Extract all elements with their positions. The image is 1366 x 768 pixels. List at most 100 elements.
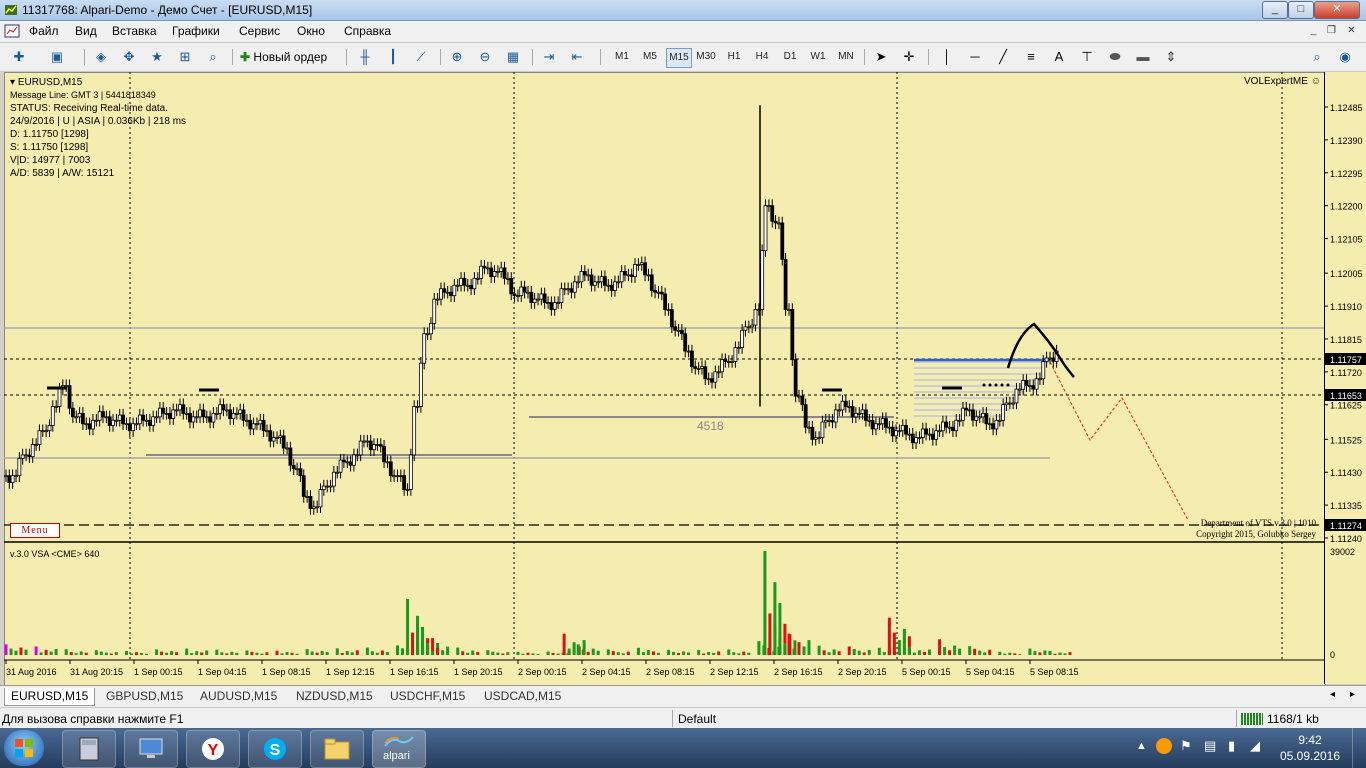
search-chart-icon[interactable]: ⌕ bbox=[202, 47, 224, 67]
start-button[interactable] bbox=[4, 730, 44, 766]
tile-windows-icon[interactable]: ▦ bbox=[502, 47, 524, 67]
taskbar-clock[interactable]: 9:42 05.09.2016 bbox=[1278, 732, 1342, 764]
rectangle-icon[interactable]: ▬ bbox=[1132, 47, 1154, 67]
candle-body bbox=[1038, 378, 1042, 381]
zoom-in-icon[interactable]: ⊕ bbox=[446, 47, 468, 67]
candle-body bbox=[669, 309, 674, 328]
symbol-header[interactable]: ▾ EURUSD,M15 bbox=[10, 76, 186, 89]
candle-body bbox=[1001, 404, 1006, 421]
mdi-restore-button[interactable]: ❐ bbox=[1324, 24, 1339, 38]
taskbar-yandex[interactable]: Y bbox=[186, 730, 240, 768]
candle-body bbox=[613, 281, 617, 291]
volume-bar bbox=[315, 652, 319, 655]
volume-bar bbox=[596, 650, 600, 655]
auto-scroll-icon[interactable]: ⇥ bbox=[538, 47, 560, 67]
volume-bar bbox=[190, 653, 194, 655]
taskbar-skype[interactable]: S bbox=[248, 730, 302, 768]
taskbar-remote-desktop[interactable] bbox=[124, 730, 178, 768]
mdi-minimize-button[interactable]: _ bbox=[1306, 24, 1321, 38]
candle-body bbox=[445, 291, 450, 294]
candle-body bbox=[315, 506, 320, 509]
menu-file[interactable]: Файл bbox=[29, 24, 59, 38]
menu-help[interactable]: Справка bbox=[344, 24, 391, 38]
candle-body bbox=[987, 423, 992, 426]
horizontal-line-icon[interactable]: ─ bbox=[964, 47, 986, 67]
volume-bar bbox=[215, 649, 219, 655]
zoom-out-icon[interactable]: ⊖ bbox=[474, 47, 496, 67]
taskbar-calculator[interactable] bbox=[62, 730, 116, 768]
timeframe-m15[interactable]: M15 bbox=[666, 48, 692, 68]
show-desktop-button[interactable] bbox=[1352, 728, 1366, 768]
bar-chart-icon[interactable]: ╫ bbox=[354, 47, 376, 67]
tab-gbpusd[interactable]: GBPUSD,M15 bbox=[100, 688, 189, 705]
search-icon[interactable]: ⌕ bbox=[1306, 47, 1328, 67]
candle-body bbox=[495, 271, 500, 273]
maximize-button[interactable]: □ bbox=[1288, 1, 1314, 19]
arrows-icon[interactable]: ⇕ bbox=[1160, 47, 1182, 67]
trendline-icon[interactable]: ╱ bbox=[992, 47, 1014, 67]
timeframe-h1[interactable]: H1 bbox=[722, 48, 746, 66]
profiles-icon[interactable]: ▣ bbox=[46, 47, 68, 67]
market-watch-icon[interactable]: ◈ bbox=[90, 47, 112, 67]
minimize-button[interactable]: _ bbox=[1262, 1, 1288, 19]
timeframe-w1[interactable]: W1 bbox=[806, 48, 830, 66]
menu-tools[interactable]: Сервис bbox=[239, 24, 280, 38]
taskbar-alpari[interactable]: alpari bbox=[372, 730, 426, 768]
timeframe-m1[interactable]: M1 bbox=[610, 48, 634, 66]
crosshair-icon[interactable]: ✛ bbox=[898, 47, 920, 67]
tab-usdcad[interactable]: USDCAD,M15 bbox=[478, 688, 567, 705]
candle-body bbox=[659, 291, 664, 295]
timeframe-h4[interactable]: H4 bbox=[750, 48, 774, 66]
show-hidden-icons-icon[interactable]: ▲ bbox=[1136, 740, 1147, 752]
vertical-line-icon[interactable]: │ bbox=[936, 47, 958, 67]
mdi-close-button[interactable]: ✕ bbox=[1344, 24, 1359, 38]
price-tick-label: 1.11525 bbox=[1330, 435, 1362, 445]
timeframe-m5[interactable]: M5 bbox=[638, 48, 662, 66]
taskbar-explorer[interactable] bbox=[310, 730, 364, 768]
menu-badge[interactable]: Menu bbox=[10, 523, 60, 538]
ellipse-icon[interactable]: ⬬ bbox=[1104, 47, 1126, 67]
price-tick-label: 1.11335 bbox=[1330, 501, 1362, 511]
text-tool-icon[interactable]: A bbox=[1048, 47, 1070, 67]
tray-app-icon[interactable] bbox=[1156, 738, 1172, 754]
menu-insert[interactable]: Вставка bbox=[112, 24, 157, 38]
community-icon[interactable]: ◉ bbox=[1334, 47, 1356, 67]
volume-bar bbox=[606, 649, 610, 655]
menu-view[interactable]: Вид bbox=[75, 24, 97, 38]
expert-advisor-label[interactable]: VOLExpertME ☺ bbox=[1244, 76, 1321, 87]
price-tick-label: 1.11240 bbox=[1330, 534, 1362, 544]
timeframe-m30[interactable]: M30 bbox=[694, 48, 718, 66]
tray-signal-icon[interactable]: ◢ bbox=[1250, 738, 1260, 754]
volume-bar bbox=[968, 646, 972, 655]
tab-scroll-left-icon[interactable]: ◂ bbox=[1330, 689, 1335, 700]
close-button[interactable]: ✕ bbox=[1314, 1, 1360, 19]
tray-device-icon[interactable]: ▤ bbox=[1204, 738, 1216, 754]
tab-scroll-right-icon[interactable]: ▸ bbox=[1350, 689, 1355, 700]
new-order-button[interactable]: ✚ Новый ордер bbox=[240, 47, 340, 67]
copyright-line: Department of VTS v.3.0 | 1010 bbox=[1200, 518, 1316, 528]
volume-bar bbox=[235, 652, 239, 655]
cursor-icon[interactable]: ➤ bbox=[870, 47, 892, 67]
tab-audusd[interactable]: AUDUSD,M15 bbox=[194, 688, 283, 705]
strategy-tester-icon[interactable]: ⊞ bbox=[174, 47, 196, 67]
text-label-icon[interactable]: ⊤ bbox=[1076, 47, 1098, 67]
candlestick-icon[interactable]: ┃ bbox=[382, 47, 404, 67]
favorites-icon[interactable]: ★ bbox=[146, 47, 168, 67]
tab-nzdusd[interactable]: NZDUSD,M15 bbox=[290, 688, 379, 705]
tray-flag-icon[interactable]: ⚑ bbox=[1180, 738, 1192, 754]
tray-network-icon[interactable]: ▮ bbox=[1228, 738, 1235, 754]
tab-usdchf[interactable]: USDCHF,M15 bbox=[384, 688, 471, 705]
line-chart-icon[interactable]: ⟋ bbox=[410, 47, 432, 67]
candle-body bbox=[121, 414, 125, 425]
candle-body bbox=[439, 288, 443, 300]
tab-eurusd[interactable]: EURUSD,M15 bbox=[4, 688, 96, 706]
timeframe-d1[interactable]: D1 bbox=[778, 48, 802, 66]
volume-bar bbox=[285, 652, 289, 655]
new-chart-icon[interactable]: ✚ bbox=[8, 47, 30, 67]
timeframe-mn[interactable]: MN bbox=[834, 48, 858, 66]
menu-window[interactable]: Окно bbox=[297, 24, 325, 38]
menu-charts[interactable]: Графики bbox=[172, 24, 220, 38]
navigator-icon[interactable]: ✥ bbox=[118, 47, 140, 67]
channel-icon[interactable]: ≡ bbox=[1020, 47, 1042, 67]
chart-shift-icon[interactable]: ⇤ bbox=[566, 47, 588, 67]
